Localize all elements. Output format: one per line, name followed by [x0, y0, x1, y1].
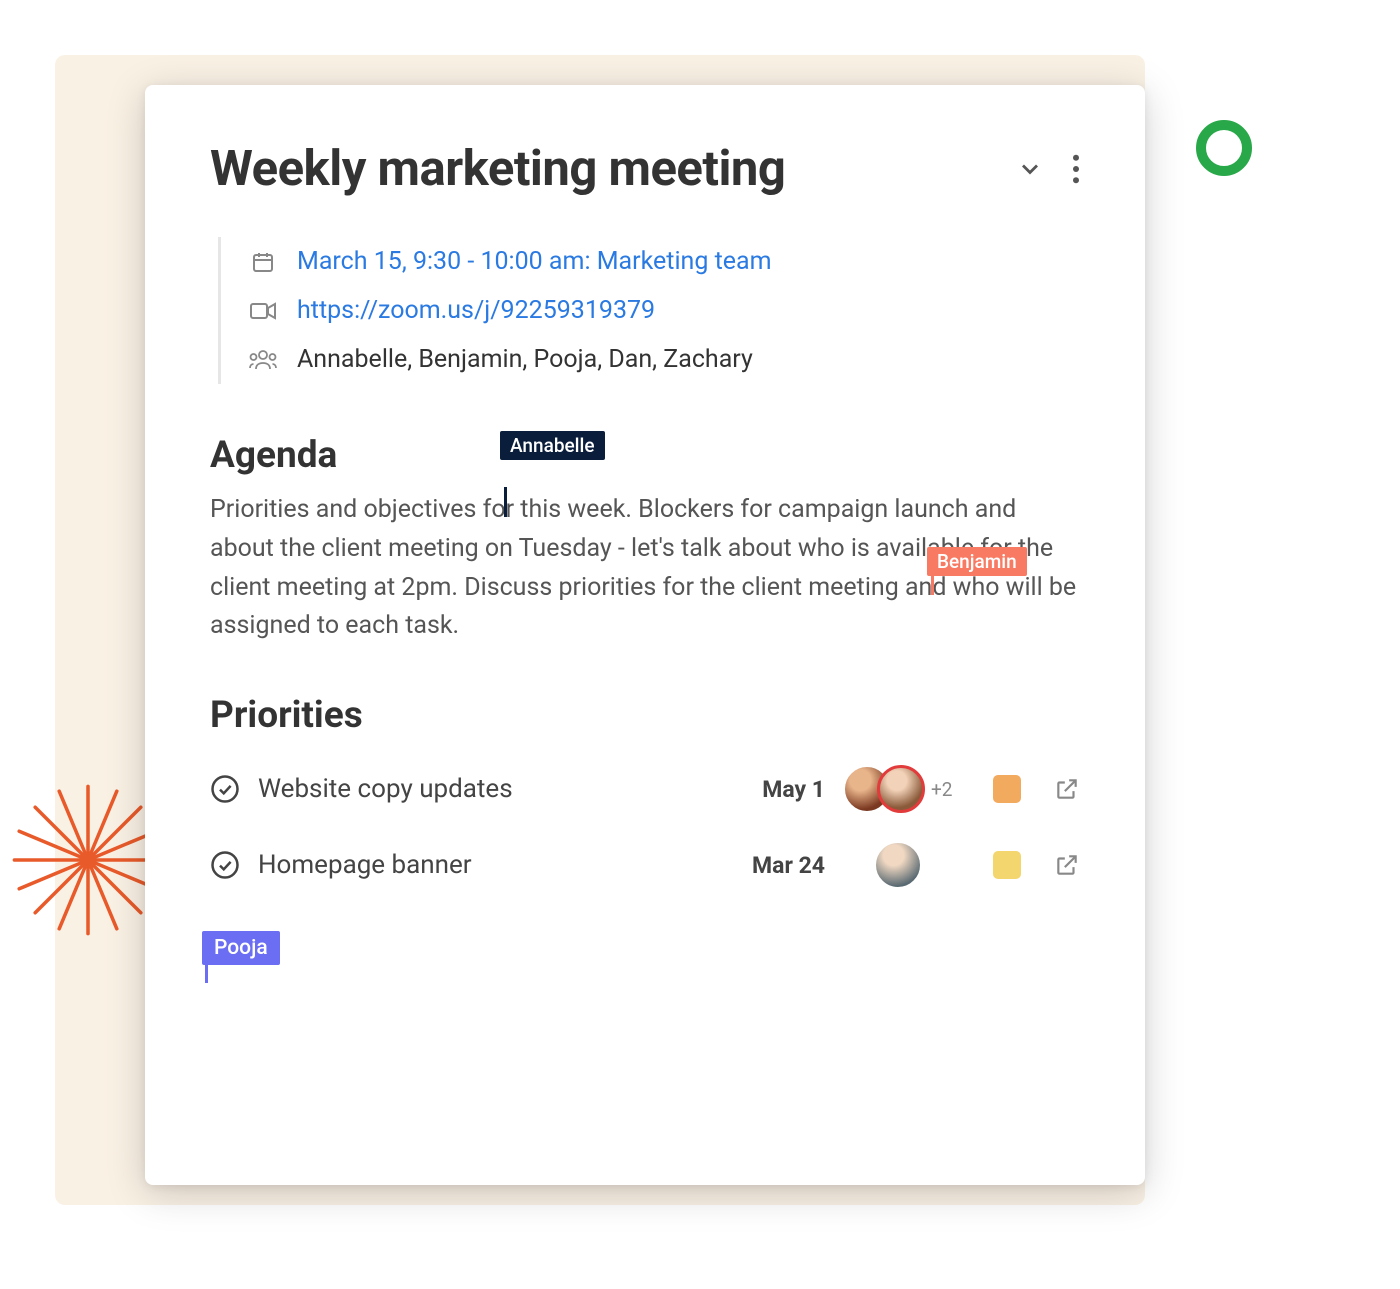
meeting-time-link[interactable]: March 15, 9:30 - 10:00 am: Marketing tea… — [297, 247, 772, 276]
collaborator-cursor-pooja: Pooja — [202, 931, 280, 965]
avatar-stack[interactable]: +2 — [843, 765, 953, 813]
avatar — [874, 841, 922, 889]
video-link[interactable]: https://zoom.us/j/92259319379 — [297, 296, 655, 325]
external-link-icon — [1054, 852, 1080, 878]
people-icon — [249, 349, 277, 371]
open-external-button[interactable] — [1054, 852, 1080, 878]
header-actions — [1016, 154, 1080, 184]
checkmark-circle-icon[interactable] — [210, 774, 240, 804]
priorities-section: Priorities Website copy updates May 1 +2 — [210, 694, 1080, 903]
page-title: Weekly marketing meeting — [210, 140, 785, 197]
more-vertical-icon — [1072, 154, 1080, 184]
meeting-meta: March 15, 9:30 - 10:00 am: Marketing tea… — [218, 237, 1080, 384]
priority-title: Website copy updates — [258, 774, 707, 804]
chevron-down-icon — [1016, 155, 1044, 183]
priority-row[interactable]: Website copy updates May 1 +2 — [210, 751, 1080, 827]
priorities-heading: Priorities — [210, 694, 1080, 737]
collaborator-cursor-annabelle: Annabelle — [500, 431, 605, 460]
meta-video-row: https://zoom.us/j/92259319379 — [249, 286, 1080, 335]
avatar-stack[interactable] — [843, 841, 953, 889]
priority-color-chip[interactable] — [993, 775, 1021, 803]
attendees-list: Annabelle, Benjamin, Pooja, Dan, Zachary — [297, 345, 753, 374]
priority-date: May 1 — [725, 776, 825, 803]
meta-date-row: March 15, 9:30 - 10:00 am: Marketing tea… — [249, 237, 1080, 286]
checkmark-circle-icon[interactable] — [210, 850, 240, 880]
collaborator-caret-annabelle — [504, 487, 507, 517]
priority-date: Mar 24 — [725, 852, 825, 879]
meta-attendees-row: Annabelle, Benjamin, Pooja, Dan, Zachary — [249, 335, 1080, 384]
collaborator-cursor-benjamin: Benjamin — [927, 547, 1027, 576]
more-options-button[interactable] — [1072, 154, 1080, 184]
priority-title: Homepage banner — [258, 850, 707, 880]
meeting-card: Weekly marketing meeting — [145, 85, 1145, 1185]
video-icon — [249, 301, 277, 321]
priority-row[interactable]: Homepage banner Mar 24 — [210, 827, 1080, 903]
agenda-section: Agenda Priorities and objectives for thi… — [210, 434, 1080, 646]
avatar-more-count: +2 — [931, 778, 952, 801]
agenda-heading: Agenda — [210, 434, 1080, 477]
avatar — [877, 765, 925, 813]
decorative-ring-icon — [1196, 120, 1252, 176]
open-external-button[interactable] — [1054, 776, 1080, 802]
collapse-button[interactable] — [1016, 155, 1044, 183]
priority-color-chip[interactable] — [993, 851, 1021, 879]
calendar-icon — [249, 250, 277, 274]
card-header: Weekly marketing meeting — [210, 140, 1080, 197]
external-link-icon — [1054, 776, 1080, 802]
